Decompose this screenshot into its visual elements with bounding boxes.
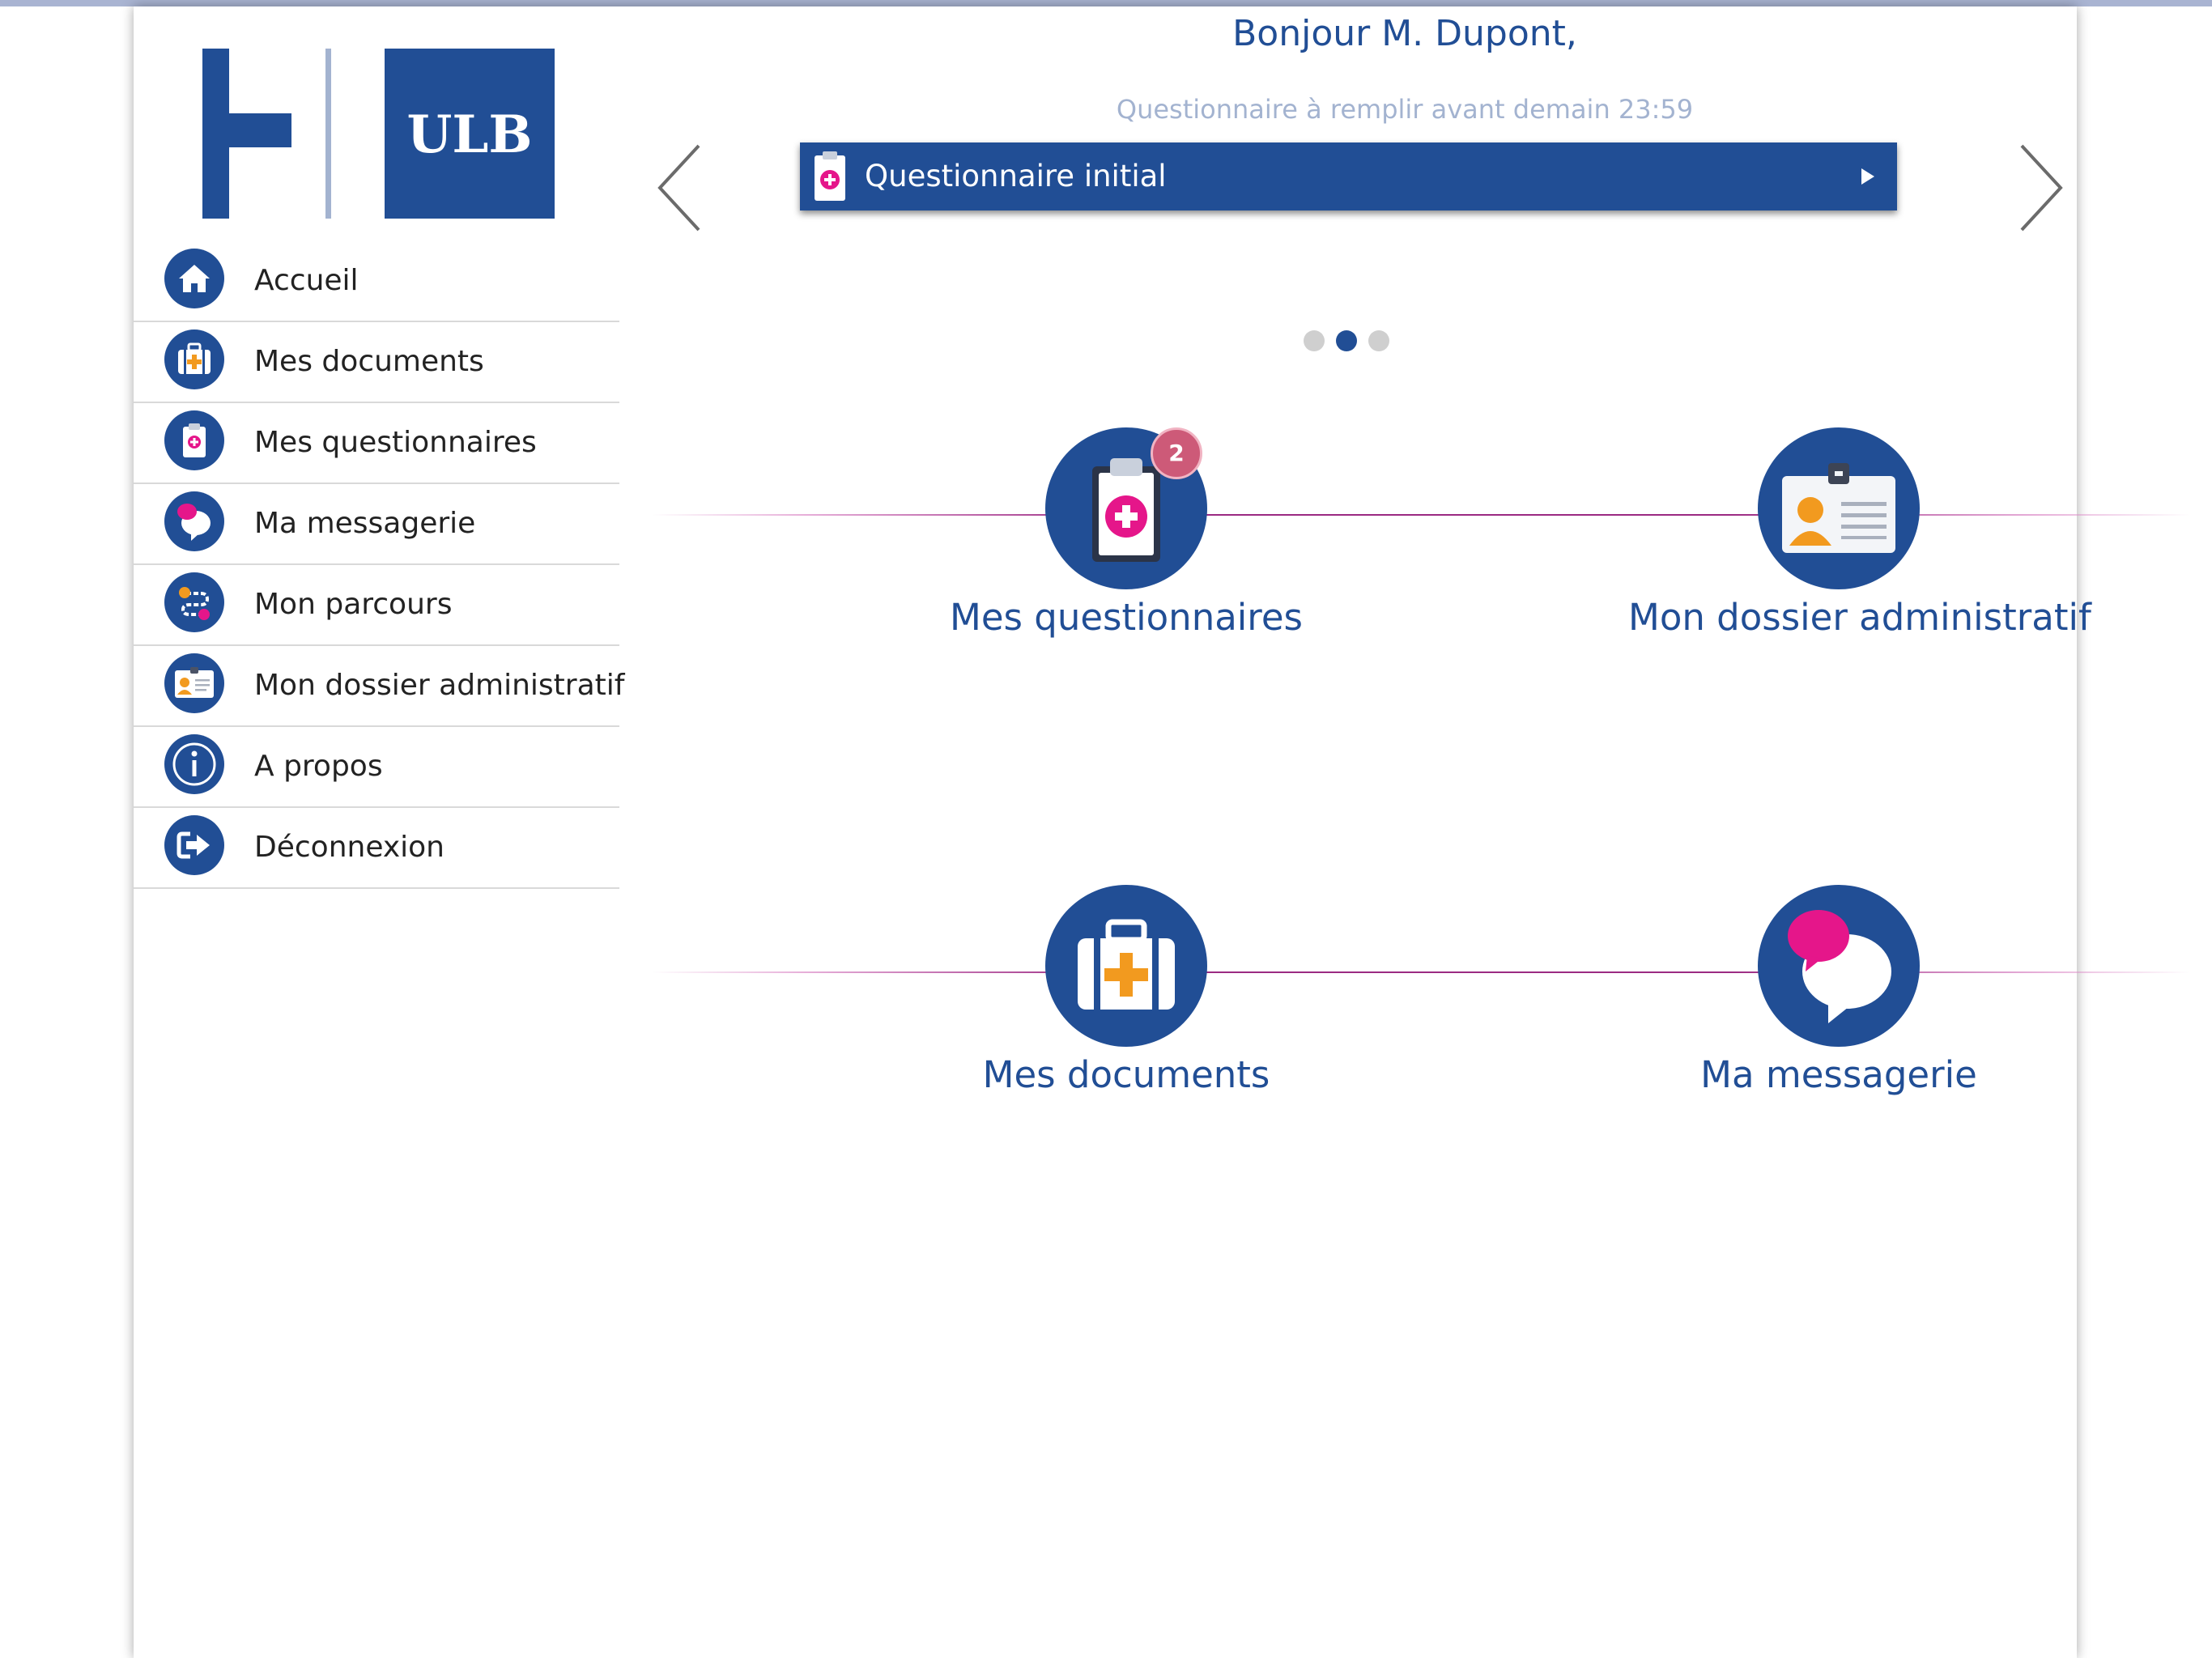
sidebar-nav: Accueil Mes documents Mes questionnaires…	[134, 241, 624, 889]
route-icon	[164, 572, 224, 632]
sidebar-item-label: Mon parcours	[254, 588, 453, 621]
sidebar-item-label: Ma messagerie	[254, 507, 476, 540]
sidebar-item-label: Mes documents	[254, 345, 484, 378]
clipboard-icon	[164, 410, 224, 470]
carousel-dot-active[interactable]	[1336, 330, 1357, 351]
tile-mes-questionnaires[interactable]: 2 Mes questionnaires	[916, 427, 1337, 646]
sidebar-item-mon-parcours[interactable]: Mon parcours	[134, 565, 619, 646]
medical-case-icon	[1078, 919, 1175, 1010]
tile-icon-circle	[1758, 427, 1920, 589]
tile-icon-circle	[1758, 885, 1920, 1047]
sidebar-item-mes-questionnaires[interactable]: Mes questionnaires	[134, 403, 619, 484]
sidebar-item-label: Accueil	[254, 264, 359, 297]
sidebar-item-label: A propos	[254, 750, 383, 783]
tile-mes-documents[interactable]: Mes documents	[916, 885, 1337, 1103]
tile-label: Mon dossier administratif	[1628, 596, 2091, 639]
sidebar-item-deconnexion[interactable]: Déconnexion	[134, 808, 619, 889]
medical-case-icon	[164, 329, 224, 389]
clipboard-icon	[1092, 458, 1160, 562]
tile-label: Ma messagerie	[1700, 1053, 1977, 1096]
logout-icon	[164, 815, 224, 875]
id-card-icon	[1782, 463, 1895, 553]
sidebar-item-a-propos[interactable]: A propos	[134, 727, 619, 808]
carousel-dot[interactable]	[1368, 330, 1389, 351]
hospital-logo: ULB	[202, 49, 559, 219]
clipboard-icon	[811, 149, 849, 207]
home-icon	[164, 249, 224, 308]
tile-label: Mes questionnaires	[950, 596, 1303, 639]
notification-badge: 2	[1151, 427, 1202, 479]
tile-mon-dossier-administratif[interactable]: Mon dossier administratif	[1628, 427, 2091, 646]
chevron-left-icon	[657, 144, 700, 232]
tile-ma-messagerie[interactable]: Ma messagerie	[1628, 885, 2049, 1103]
sidebar-item-label: Mon dossier administratif	[254, 669, 625, 702]
tile-icon-circle	[1045, 885, 1207, 1047]
logo-text: ULB	[407, 104, 533, 165]
chevron-right-icon	[2020, 144, 2063, 232]
sidebar-item-ma-messagerie[interactable]: Ma messagerie	[134, 484, 619, 565]
questionnaire-title: Questionnaire initial	[865, 159, 1167, 193]
questionnaire-carousel-item[interactable]: Questionnaire initial	[800, 142, 1897, 210]
tile-label: Mes documents	[982, 1053, 1270, 1096]
top-accent-bar	[0, 0, 2212, 6]
info-icon	[164, 734, 224, 794]
questionnaire-deadline-text: Questionnaire à remplir avant demain 23:…	[1116, 94, 1694, 125]
carousel-next-button[interactable]	[2012, 141, 2069, 238]
sidebar-item-label: Mes questionnaires	[254, 426, 537, 459]
carousel-dot[interactable]	[1304, 330, 1325, 351]
carousel-prev-button[interactable]	[652, 141, 708, 238]
sidebar-item-accueil[interactable]: Accueil	[134, 241, 619, 322]
sidebar-item-label: Déconnexion	[254, 831, 445, 864]
greeting-title: Bonjour M. Dupont,	[1232, 13, 1577, 54]
app-page: ULB Accueil Mes documents Mes questionna…	[134, 6, 2190, 1658]
chat-bubble-icon	[1788, 910, 1891, 1023]
sidebar-item-mon-dossier-administratif[interactable]: Mon dossier administratif	[134, 646, 624, 727]
id-card-icon	[164, 653, 224, 713]
sidebar-item-mes-documents[interactable]: Mes documents	[134, 322, 619, 403]
play-icon	[1860, 167, 1876, 189]
chat-bubble-icon	[164, 491, 224, 551]
